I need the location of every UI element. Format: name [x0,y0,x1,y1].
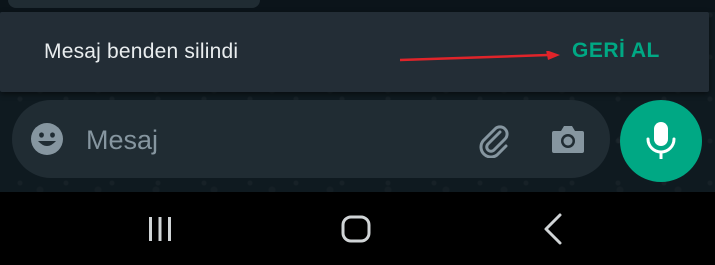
undo-button[interactable]: GERİ AL [572,39,660,67]
emoji-icon[interactable] [30,122,64,156]
snackbar-message: Mesaj benden silindi [44,40,239,63]
mic-icon [646,122,676,159]
recent-apps-icon[interactable] [143,216,177,242]
system-navigation-bar [0,192,715,265]
snackbar: Mesaj benden silindi GERİ AL [0,12,709,92]
home-icon[interactable] [340,214,372,244]
attach-icon[interactable] [474,120,512,158]
message-input[interactable] [84,118,458,162]
back-icon[interactable] [540,212,566,246]
voice-record-button[interactable] [620,100,702,182]
red-arrow-annotation [399,51,560,62]
message-bubble-edge [8,0,260,8]
camera-icon[interactable] [550,122,586,156]
top-message-fragment [0,0,715,12]
message-composer [12,100,610,178]
